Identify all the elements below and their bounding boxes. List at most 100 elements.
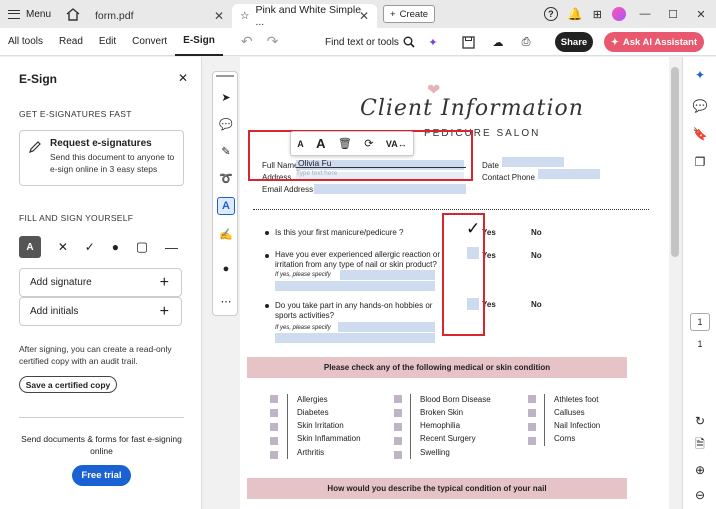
checkbox[interactable] [394,395,402,403]
condition-allergies: Allergies [297,395,328,404]
line-icon[interactable]: — [165,240,178,255]
checkbox[interactable] [270,395,278,403]
question-1: Is this your first manicure/pedicure ? [275,228,404,237]
pointer-icon[interactable]: ➤ [217,88,235,106]
maximize-icon[interactable]: ☐ [664,8,682,21]
create-button[interactable]: + Create [383,5,436,23]
zoom-out-icon[interactable]: ⊖ [692,487,708,503]
home-icon[interactable] [59,0,87,28]
nav-read[interactable]: Read [51,28,91,56]
checkbox[interactable] [270,409,278,417]
checkbox[interactable] [528,409,536,417]
label-email: Email Address [262,185,314,194]
close-icon[interactable]: ✕ [178,71,188,85]
checkbox[interactable] [528,395,536,403]
color-dot-icon[interactable]: ● [217,260,235,278]
q2-specify-field-2[interactable] [275,281,435,291]
nav-edit[interactable]: Edit [91,28,124,56]
sparkle-panel-icon[interactable]: ✦ [692,67,708,83]
drag-handle[interactable] [216,75,234,77]
question-3: Do you take part in any hands-on hobbies… [275,301,433,320]
comments-icon[interactable]: 💬 [692,98,708,114]
checkbox[interactable] [394,451,402,459]
free-trial-button[interactable]: Free trial [72,465,131,486]
close-window-icon[interactable]: ✕ [692,8,710,21]
request-desc: Send this document to anyone to e-sign o… [50,152,175,174]
lasso-icon[interactable]: ➰ [217,169,235,187]
help-icon[interactable]: ? [543,7,558,21]
spacing-icon[interactable]: VA↔ [386,139,407,149]
checkbox[interactable] [394,409,402,417]
tab-pink-white[interactable]: ☆ Pink and White Simple ... ✕ [232,4,378,28]
nav-e-sign[interactable]: E-Sign [175,28,223,56]
change-type-icon[interactable]: ⟳ [364,137,373,150]
q2-specify-field[interactable] [340,270,435,280]
minimize-icon[interactable]: — [636,8,654,20]
bookmark-icon[interactable]: 🔖 [692,126,708,142]
add-initials-button[interactable]: Add initials + [19,297,182,326]
dotted-separator [253,209,649,210]
nav-all-tools[interactable]: All tools [0,28,51,56]
checkbox[interactable] [528,437,536,445]
increase-font-icon[interactable]: A [316,136,325,151]
add-initials-label: Add initials [30,306,79,317]
cross-mark-icon[interactable]: ✕ [58,240,68,254]
pages-icon[interactable]: ❐ [692,154,708,170]
star-icon[interactable]: ☆ [240,10,249,22]
condition-skin-irritation: Skin Irritation [297,421,344,430]
email-field[interactable] [314,184,466,194]
checkbox[interactable] [394,437,402,445]
delete-icon[interactable]: 🗑 [338,137,352,150]
apps-icon[interactable]: ⊞ [593,8,602,21]
checkbox[interactable] [270,437,278,445]
avatar[interactable] [612,7,626,21]
sign-pen-icon[interactable]: ✍ [217,225,235,243]
menu-button[interactable]: Menu [0,0,59,28]
contact-phone-field[interactable] [538,169,600,179]
checkbox[interactable] [270,451,278,459]
page-number-input[interactable]: 1 [690,313,710,331]
checkbox[interactable] [270,423,278,431]
rectangle-icon[interactable]: ▢ [136,239,148,255]
comment-icon[interactable]: 💬 [217,115,235,133]
ai-tools-icon[interactable]: ✦ [425,34,441,50]
q2-no: No [531,251,542,260]
undo-icon[interactable]: ↶ [241,33,253,50]
more-icon[interactable]: ⋯ [217,292,235,310]
document-icon[interactable]: 🗎 [692,437,708,453]
close-icon[interactable]: ✕ [359,9,369,23]
refresh-icon[interactable]: ↻ [692,413,708,429]
ask-ai-button[interactable]: ✦ Ask AI Assistant [604,32,704,52]
bell-icon[interactable]: 🔔 [568,7,583,21]
dot-icon[interactable]: ● [112,240,119,254]
scrollbar-thumb[interactable] [671,67,679,257]
nail-condition-header: How would you describe the typical condi… [247,478,627,499]
text-tool-icon[interactable]: A [19,236,41,258]
pencil-icon[interactable]: ✎ [217,142,235,160]
zoom-in-icon[interactable]: ⊕ [692,462,708,478]
divider [410,394,411,459]
date-field[interactable] [502,157,564,167]
tab-title: Pink and White Simple ... [255,4,362,28]
text-field-icon[interactable]: A [217,197,235,215]
q3-specify-field-2[interactable] [275,333,435,343]
close-icon[interactable]: ✕ [214,9,224,23]
cert-description: After signing, you can create a read-onl… [19,344,172,366]
tab-form-pdf[interactable]: form.pdf ✕ [87,4,232,28]
find-tools[interactable]: Find text or tools [325,36,415,48]
add-signature-button[interactable]: Add signature + [19,268,182,297]
print-icon[interactable]: ⎙ [518,34,534,50]
checkbox[interactable] [394,423,402,431]
save-certified-copy-button[interactable]: Save a certified copy [19,376,117,393]
upload-cloud-icon[interactable]: ☁ [490,34,506,50]
vertical-scrollbar[interactable] [669,57,681,509]
share-button[interactable]: Share [555,32,593,52]
q3-specify-field[interactable] [338,322,435,332]
request-esignatures-card[interactable]: Request e-signatures Send this document … [19,130,184,186]
redo-icon[interactable]: ↷ [267,33,279,50]
save-icon[interactable] [460,34,476,50]
nav-convert[interactable]: Convert [124,28,175,56]
checkbox[interactable] [528,423,536,431]
check-mark-icon[interactable]: ✓ [85,240,95,254]
decrease-font-icon[interactable]: A [297,139,304,149]
